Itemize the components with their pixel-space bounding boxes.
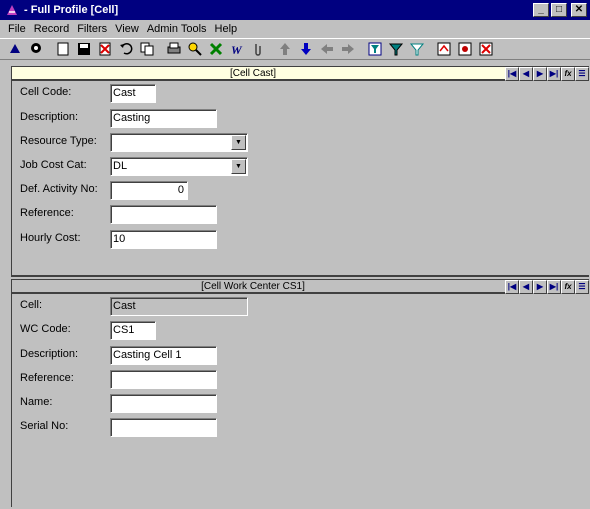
reference-field[interactable]: [110, 205, 217, 224]
chevron-down-icon[interactable]: ▼: [231, 135, 246, 150]
description-field[interactable]: Casting: [110, 109, 217, 128]
word-icon[interactable]: W: [226, 39, 247, 59]
cell-panel-title: [Cell Cast]: [229, 68, 277, 79]
cell-code-label: Cell Code:: [20, 86, 72, 98]
work-center-panel-title: [Cell Work Center CS1]: [201, 281, 305, 292]
wc-reference-label: Reference:: [20, 372, 74, 384]
def-activity-no-field[interactable]: 0: [110, 181, 188, 200]
window-title: - Full Profile [Cell]: [24, 4, 119, 16]
cell-panel: [Cell Cast] |◀ ◀ ▶ ▶| fx ☰: [11, 66, 589, 276]
first-record-button[interactable]: |◀: [505, 280, 519, 294]
undo-icon[interactable]: [115, 39, 136, 59]
report-delete-icon[interactable]: [475, 39, 496, 59]
title-bar: - Full Profile [Cell] _ □ ✕: [0, 0, 590, 20]
new-icon[interactable]: [52, 39, 73, 59]
print-icon[interactable]: [163, 39, 184, 59]
svg-text:W: W: [231, 43, 243, 57]
menu-record[interactable]: Record: [30, 23, 73, 35]
hourly-cost-field[interactable]: 10: [110, 230, 217, 249]
hourly-cost-label: Hourly Cost:: [20, 232, 81, 244]
navigate-icon[interactable]: [4, 39, 25, 59]
wc-cell-label: Cell:: [20, 299, 43, 311]
find-icon[interactable]: [184, 39, 205, 59]
arrow-up-icon[interactable]: [274, 39, 295, 59]
wc-serial-no-field[interactable]: [110, 418, 217, 437]
menu-view[interactable]: View: [111, 23, 143, 35]
next-record-button[interactable]: ▶: [533, 67, 547, 81]
wc-serial-no-label: Serial No:: [20, 420, 69, 432]
cell-code-field[interactable]: Cast: [110, 84, 156, 103]
last-record-button[interactable]: ▶|: [547, 67, 561, 81]
chevron-down-icon[interactable]: ▼: [231, 159, 246, 174]
copy-icon[interactable]: [136, 39, 157, 59]
report-icon[interactable]: [433, 39, 454, 59]
arrow-left-icon[interactable]: [316, 39, 337, 59]
description-label: Description:: [20, 111, 79, 123]
job-cost-cat-value: DL: [113, 160, 128, 172]
job-cost-cat-select[interactable]: DL ▼: [110, 157, 248, 176]
job-cost-cat-label: Job Cost Cat:: [20, 159, 87, 171]
wc-description-label: Description:: [20, 348, 79, 360]
filter-clear-icon[interactable]: [406, 39, 427, 59]
wc-code-label: WC Code:: [20, 323, 71, 335]
wc-cell-field: Cast: [110, 297, 248, 316]
reference-label: Reference:: [20, 207, 74, 219]
next-record-button[interactable]: ▶: [533, 280, 547, 294]
close-button[interactable]: ✕: [571, 3, 587, 17]
delete-icon[interactable]: [94, 39, 115, 59]
filter-grid-icon[interactable]: [364, 39, 385, 59]
work-center-panel: [Cell Work Center CS1] |◀ ◀ ▶ ▶| fx ☰: [11, 279, 589, 507]
last-record-button[interactable]: ▶|: [547, 280, 561, 294]
prev-record-button[interactable]: ◀: [519, 280, 533, 294]
profile-icon[interactable]: [25, 39, 46, 59]
work-center-panel-header: [Cell Work Center CS1] |◀ ◀ ▶ ▶| fx ☰: [12, 280, 589, 294]
wc-name-label: Name:: [20, 396, 53, 408]
wc-name-field[interactable]: [110, 394, 217, 413]
excel-icon[interactable]: [205, 39, 226, 59]
filter-icon[interactable]: [385, 39, 406, 59]
panel-splitter[interactable]: [11, 275, 589, 277]
record-navigator: |◀ ◀ ▶ ▶| fx ☰: [505, 280, 589, 294]
record-navigator: |◀ ◀ ▶ ▶| fx ☰: [505, 67, 589, 81]
maximize-button[interactable]: □: [551, 3, 567, 17]
function-button[interactable]: fx: [561, 67, 575, 81]
def-activity-no-label: Def. Activity No:: [20, 183, 98, 195]
prev-record-button[interactable]: ◀: [519, 67, 533, 81]
report-edit-icon[interactable]: [454, 39, 475, 59]
resource-type-label: Resource Type:: [20, 135, 97, 147]
wc-code-field[interactable]: CS1: [110, 321, 156, 340]
menu-help[interactable]: Help: [211, 23, 242, 35]
save-icon[interactable]: [73, 39, 94, 59]
menu-filters[interactable]: Filters: [73, 23, 111, 35]
function-button[interactable]: fx: [561, 280, 575, 294]
arrow-down-icon[interactable]: [295, 39, 316, 59]
first-record-button[interactable]: |◀: [505, 67, 519, 81]
menu-bar: File Record Filters View Admin Tools Hel…: [0, 20, 590, 38]
menu-admin-tools[interactable]: Admin Tools: [143, 23, 211, 35]
wc-description-field[interactable]: Casting Cell 1: [110, 346, 217, 365]
minimize-button[interactable]: _: [533, 3, 549, 17]
cell-panel-header: [Cell Cast] |◀ ◀ ▶ ▶| fx ☰: [12, 67, 589, 81]
app-icon[interactable]: [4, 2, 20, 18]
attachment-icon[interactable]: [247, 39, 268, 59]
wc-reference-field[interactable]: [110, 370, 217, 389]
list-view-button[interactable]: ☰: [575, 67, 589, 81]
resource-type-select[interactable]: ▼: [110, 133, 248, 152]
list-view-button[interactable]: ☰: [575, 280, 589, 294]
toolbar: W: [0, 38, 590, 60]
menu-file[interactable]: File: [4, 23, 30, 35]
arrow-right-icon[interactable]: [337, 39, 358, 59]
